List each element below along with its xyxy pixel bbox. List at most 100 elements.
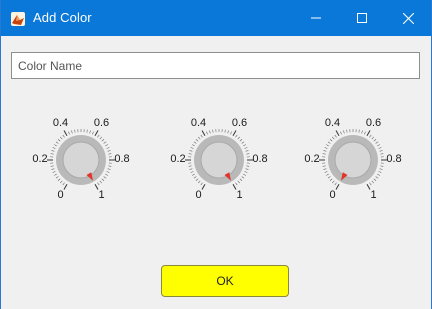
major-tick [335,130,340,137]
minor-tick [108,153,112,155]
minor-tick [332,136,335,140]
add-color-window: Add Color 0 0.2 0.4 0.6 0.8 1 0 0.2 0.4 0.6 0.8 1 … [0,0,432,309]
maximize-button[interactable] [339,0,385,36]
ok-button[interactable]: OK [161,265,289,297]
title-bar[interactable]: Add Color [1,0,431,36]
minor-tick [246,165,250,167]
minor-tick [323,150,327,152]
minor-tick [326,144,329,147]
minor-tick [192,173,195,176]
minor-tick [89,130,91,134]
minor-tick [373,178,377,181]
minor-tick [377,144,380,147]
minor-tick [55,176,59,179]
minor-tick [86,129,88,133]
minor-tick [322,153,326,155]
minor-tick [379,150,383,152]
minor-tick [106,171,110,173]
minor-tick [327,176,331,179]
minor-tick [241,141,245,144]
minor-tick [200,134,203,138]
close-icon [402,12,414,24]
minor-tick [343,130,345,134]
minor-tick [332,180,335,184]
minor-tick [193,141,197,144]
maximize-icon [357,13,367,23]
minor-tick [230,131,232,135]
knob-tick-label: 0 [195,188,202,201]
minor-tick [188,153,192,155]
close-button[interactable] [385,0,431,36]
minor-tick [55,141,59,144]
minor-tick [189,150,193,152]
minor-tick [200,182,203,186]
minor-tick [54,173,57,176]
color-name-input[interactable] [11,52,420,79]
minor-tick [371,180,374,184]
minor-tick [50,165,54,167]
minor-tick [361,130,363,134]
minor-tick [237,136,240,140]
window-title: Add Color [33,10,92,25]
minor-tick [101,178,105,181]
minor-tick [101,139,105,142]
minor-tick [245,150,249,152]
minor-tick [241,176,245,179]
minor-tick [244,171,248,173]
minor-tick [71,130,73,134]
minor-tick [375,176,379,179]
minor-tick [52,171,56,173]
minor-tick [92,131,94,135]
minor-tick [380,153,384,155]
knob-tick-label: 0.6 [231,117,248,130]
minor-tick [50,153,54,155]
knob-body [200,141,238,179]
knob-tick-label: 0.8 [252,153,268,165]
minor-tick [62,182,65,186]
ok-button-label: OK [216,274,234,288]
minor-tick [323,168,327,170]
knob-2[interactable]: 0 0.2 0.4 0.6 0.8 1 [159,118,279,218]
knob-tick-label: 1 [370,188,377,201]
knob-1[interactable]: 0 0.2 0.4 0.6 0.8 1 [21,118,141,218]
minor-tick [193,176,197,179]
minimize-button[interactable] [293,0,339,36]
minor-tick [52,147,56,149]
knob-tick-label: 0.2 [32,153,48,165]
minor-tick [212,129,214,133]
knob-tick-label: 1 [236,188,243,201]
minor-tick [190,171,194,173]
minor-tick [235,134,238,138]
major-tick [94,130,99,137]
minor-tick [97,182,100,186]
minor-tick [60,180,63,184]
minor-tick [244,147,248,149]
knob-3[interactable]: 0 0.2 0.4 0.6 0.8 1 [293,118,413,218]
minor-tick [379,168,383,170]
minor-tick [358,129,360,133]
minor-tick [243,173,246,176]
minor-tick [239,139,243,142]
minor-tick [198,136,201,140]
minor-tick [364,131,366,135]
minor-tick [99,136,102,140]
minor-tick [371,136,374,140]
minor-tick [206,131,208,135]
minor-tick [57,178,61,181]
minor-tick [239,178,243,181]
knob-tick-label: 0.8 [386,153,402,165]
minor-tick [209,130,211,134]
knob-tick-label: 0.8 [114,153,130,165]
minor-tick [192,144,195,147]
minor-tick [375,141,379,144]
minor-tick [377,173,380,176]
knob-body [62,141,100,179]
minor-tick [74,129,76,133]
minor-tick [108,165,112,167]
minor-tick [105,173,108,176]
minor-tick [68,131,70,135]
knob-tick-label: 0.4 [190,117,207,130]
minor-tick [60,136,63,140]
minor-tick [190,147,194,149]
minor-tick [189,168,193,170]
